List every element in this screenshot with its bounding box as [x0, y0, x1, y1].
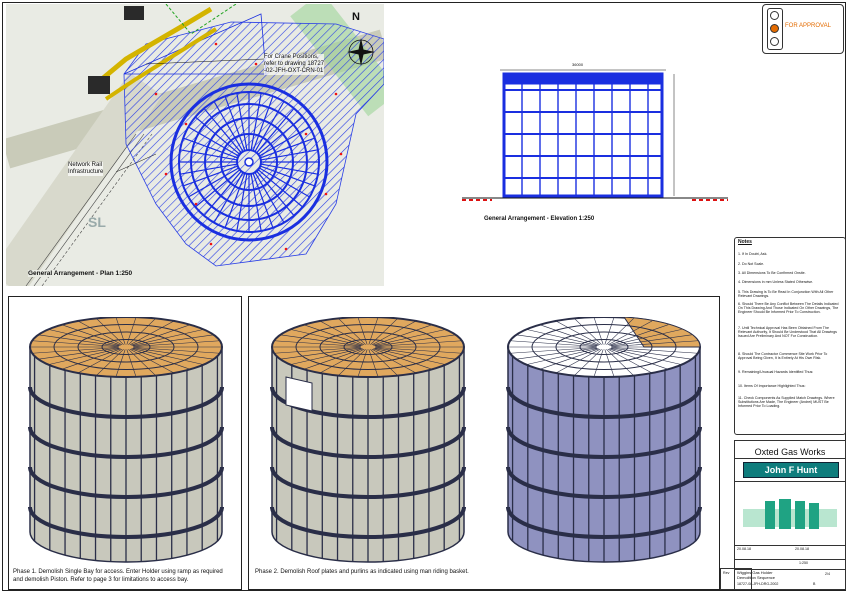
crane-note: For Crane Positions, refer to drawing 18… [264, 54, 325, 75]
sheet-number: 2/4 [825, 572, 830, 576]
traffic-light-icon [767, 8, 783, 50]
scale: 1:250 [799, 561, 808, 565]
green-lamp-icon [770, 37, 779, 46]
phase-2-holder-illustration-after [499, 316, 709, 570]
client-logo: John F Hunt [743, 462, 839, 478]
phase-1-caption: Phase 1. Demolish Single Bay for access.… [13, 569, 223, 583]
plan-view: For Crane Positions, refer to drawing 18… [6, 4, 384, 286]
phase-1-panel: Phase 1. Demolish Single Bay for access.… [8, 296, 242, 590]
ground-label: SL [88, 214, 106, 230]
consultant-logo-icon [743, 499, 837, 529]
plan-drawing [6, 4, 384, 286]
phase-2-holder-illustration-before [263, 316, 473, 570]
approval-stamp: FOR APPROVAL [762, 4, 844, 54]
note-item: 10. Items Of Importance Highlighted Thus… [738, 384, 806, 388]
red-lamp-icon [770, 11, 779, 20]
phase-1-holder-illustration [21, 316, 231, 570]
note-item: 1. If In Doubt, Ask. [738, 252, 768, 256]
elevation-view: 36000 [462, 60, 728, 210]
note-item: 7. Until Technical Approval Has Been Obt… [738, 326, 837, 339]
notes-panel: Notes 1. If In Doubt, Ask. 2. Do Not Scal… [734, 237, 846, 435]
elevation-dimension: 36000 [572, 62, 584, 67]
phase-2-panel: Phase 2. Demolish Roof plates and purlin… [248, 296, 720, 590]
note-item: 6. Should There Be Any Conflict Between … [738, 302, 839, 315]
elevation-caption: General Arrangement - Elevation 1:250 [484, 216, 595, 222]
elevation-drawing [462, 69, 728, 201]
plan-caption: General Arrangement - Plan 1:250 [28, 270, 133, 277]
note-item: 5. This Drawing Is To Be Read In Conjunc… [738, 290, 834, 299]
amber-lamp-icon [770, 24, 779, 33]
note-item: 2. Do Not Scale. [738, 262, 765, 266]
site-name: Oxted Gas Works [754, 447, 826, 457]
date-1: 20.08.18 [737, 547, 751, 551]
north-label: N [352, 11, 360, 23]
note-item: 8. Should The Contractor Commence Site W… [738, 352, 828, 361]
date-2: 20.08.18 [795, 547, 809, 551]
note-item: 9. Remaining/Unusual Hazards Identified … [738, 370, 814, 374]
note-item: 11. Check Components As Supplied Match D… [738, 396, 835, 409]
revision-box: Rev [720, 568, 752, 590]
revision: B [813, 582, 816, 586]
rail-note: Network Rail Infrastructure [68, 162, 104, 176]
notes-title: Notes [738, 239, 752, 245]
phase-2-caption: Phase 2. Demolish Roof plates and purlin… [255, 569, 469, 575]
approval-status: FOR APPROVAL [785, 23, 831, 29]
note-item: 4. Dimensions in mm Unless Stated Otherw… [738, 280, 814, 284]
note-item: 3. All Dimensions To Be Confirmed Onsite… [738, 271, 806, 275]
